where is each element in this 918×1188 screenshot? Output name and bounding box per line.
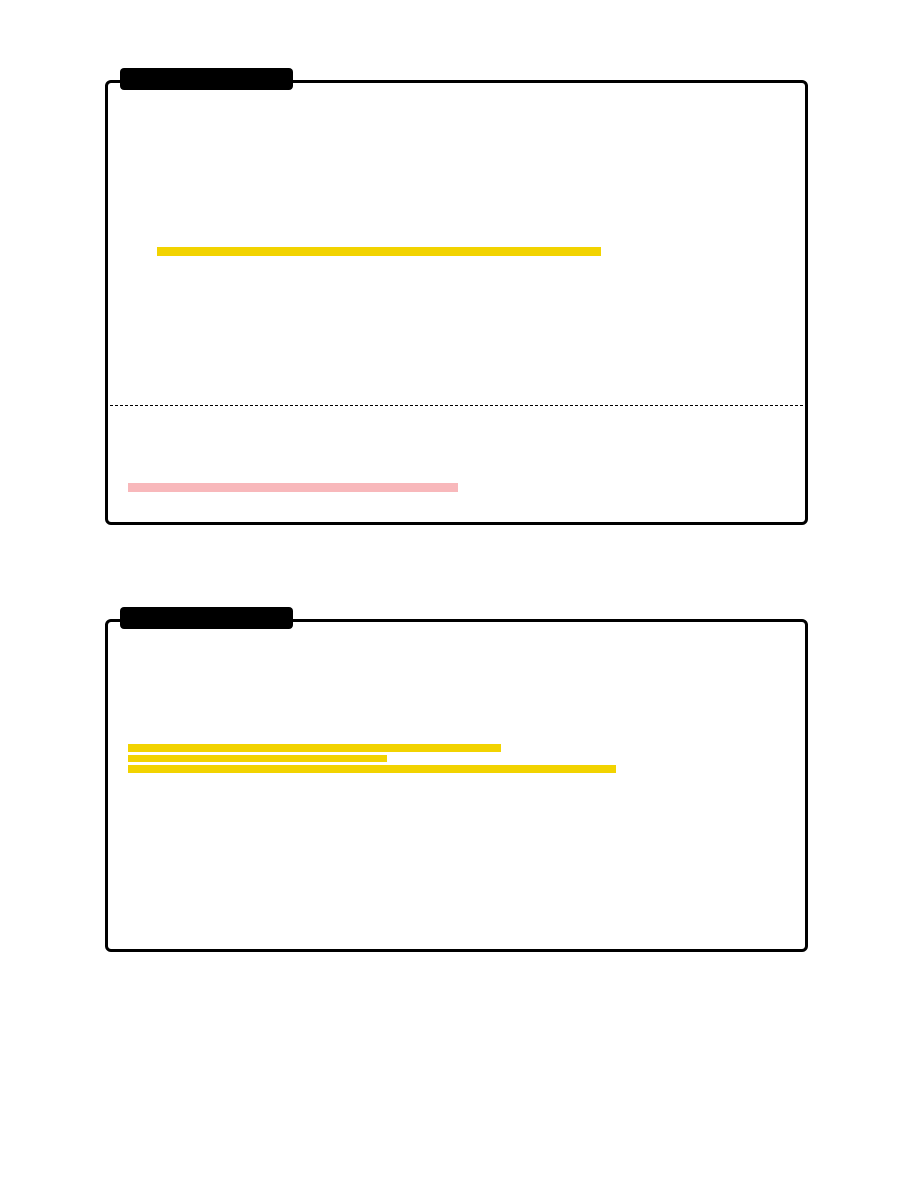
highlight-yellow-4	[128, 765, 616, 773]
dashed-divider	[105, 405, 808, 406]
section-box-1	[105, 80, 808, 525]
highlight-pink-1	[128, 483, 458, 492]
highlight-yellow-3	[128, 755, 387, 762]
section-tab-1	[120, 68, 293, 90]
highlight-yellow-1	[157, 247, 601, 256]
highlight-yellow-2	[128, 744, 501, 752]
section-tab-2	[120, 607, 293, 629]
section-box-2	[105, 619, 808, 952]
